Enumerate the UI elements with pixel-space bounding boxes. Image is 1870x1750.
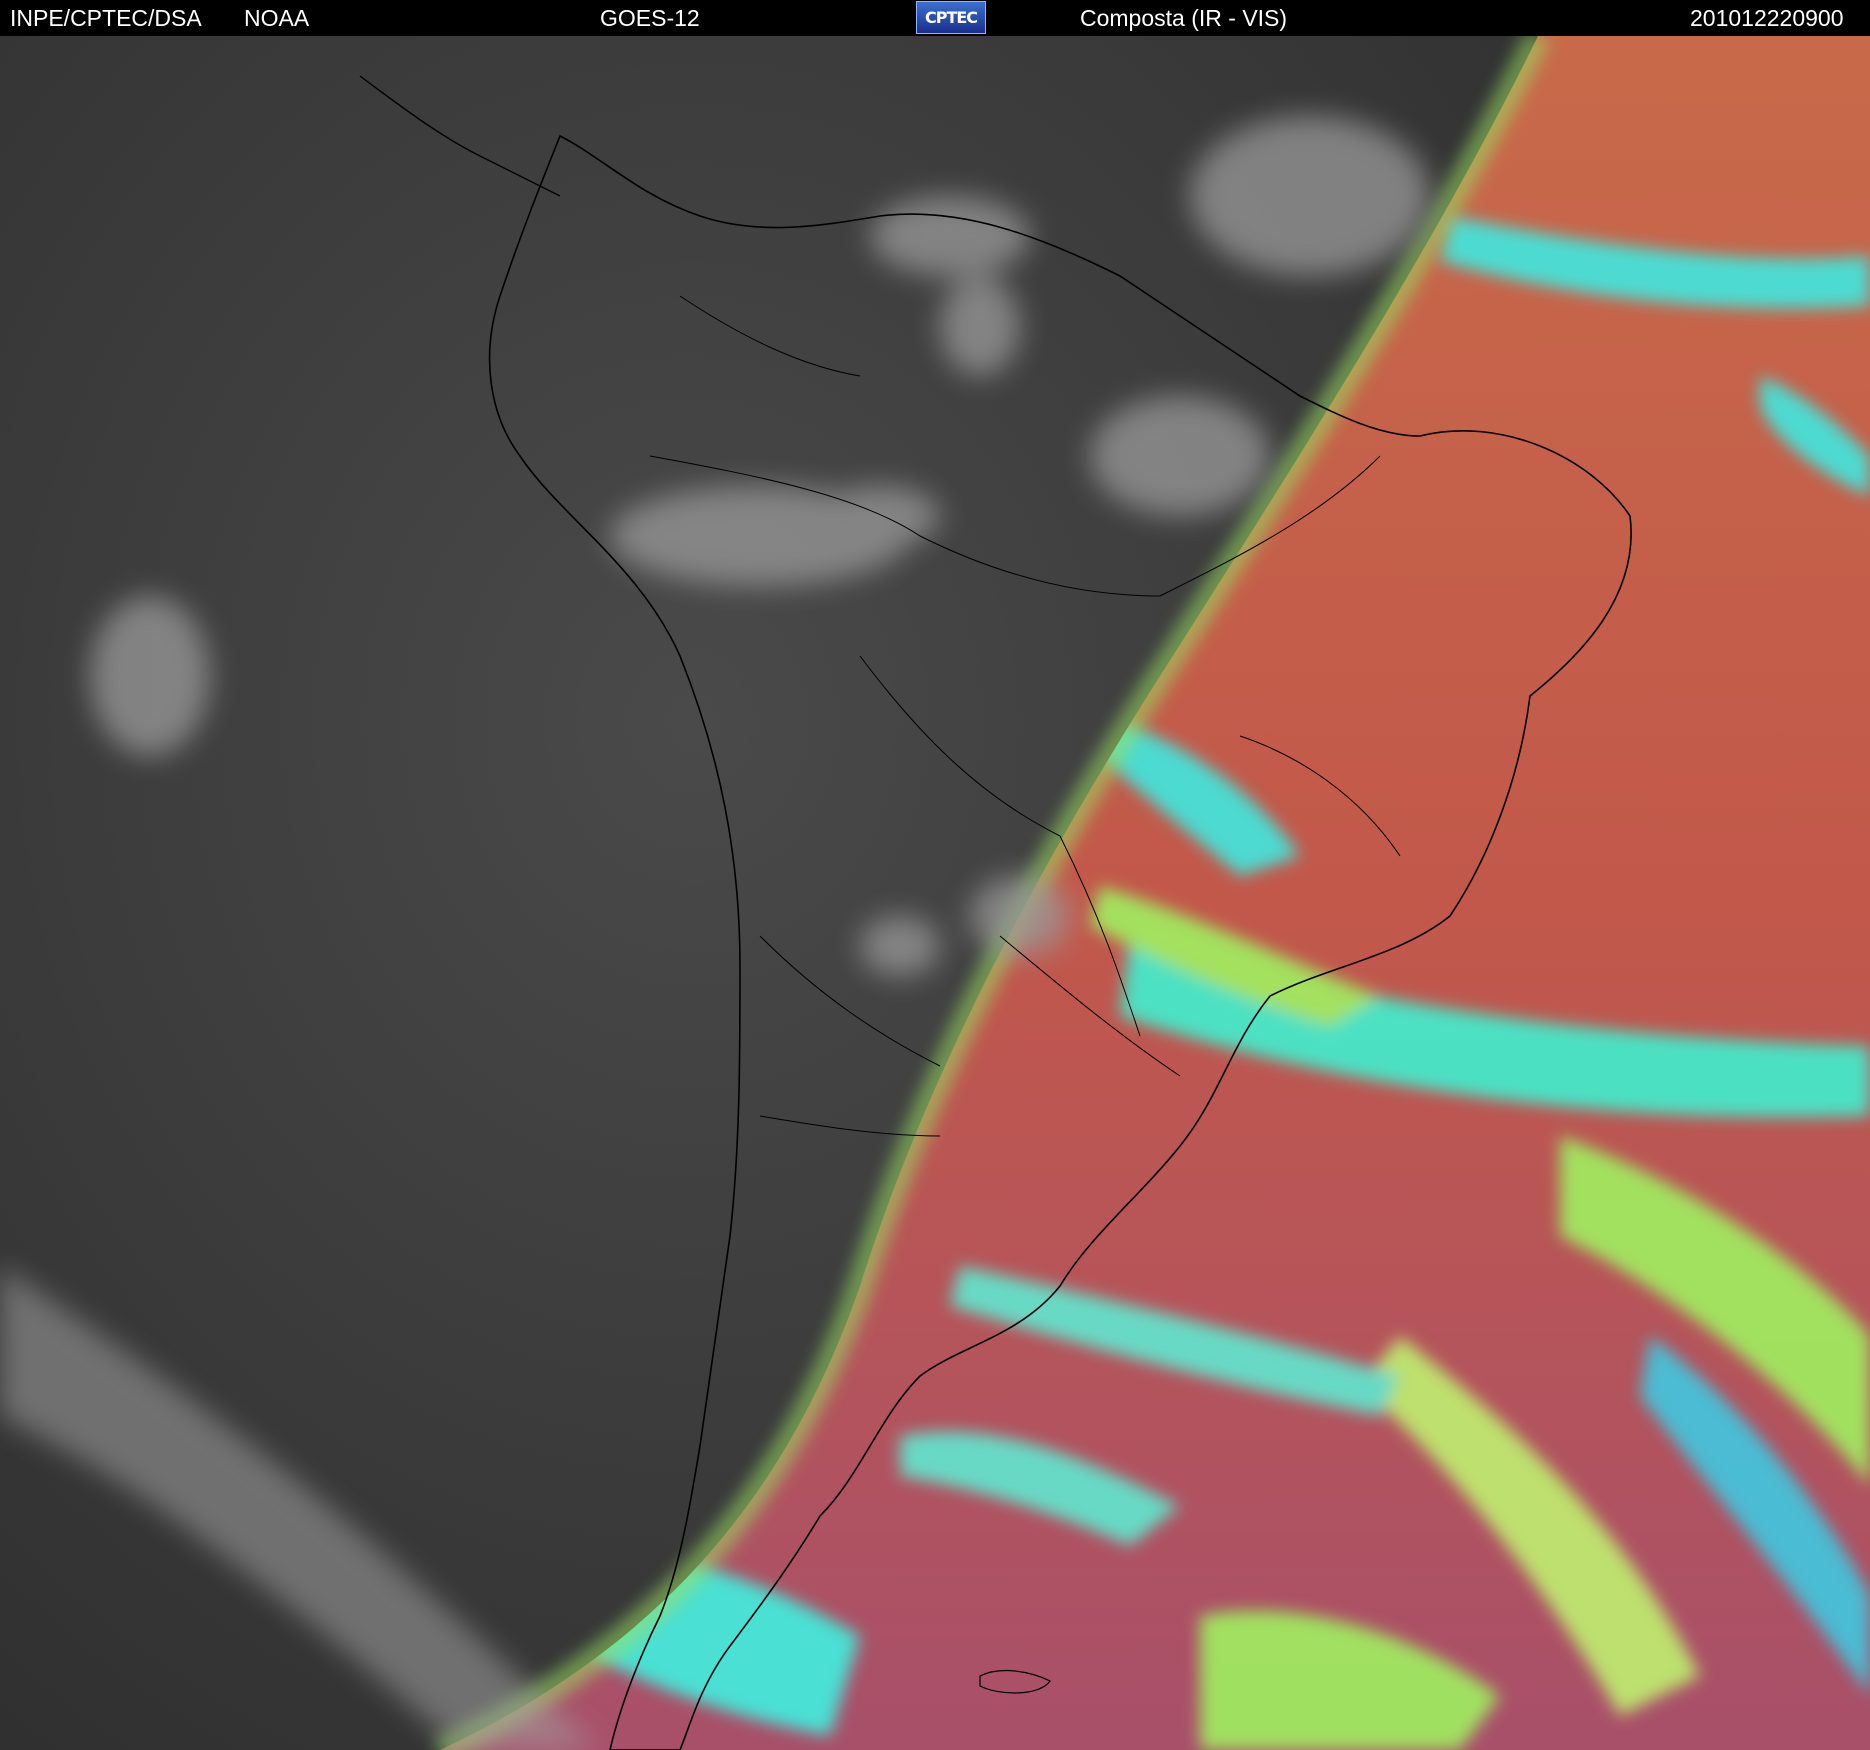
- institution-label: INPE/CPTEC/DSA: [10, 5, 202, 31]
- image-header: INPE/CPTEC/DSA NOAA GOES-12 CPTEC Compos…: [0, 0, 1870, 36]
- timestamp-label: 201012220900: [1690, 5, 1844, 31]
- cptec-logo: CPTEC: [916, 1, 986, 34]
- satellite-composite-map: [0, 36, 1870, 1750]
- product-label: Composta (IR - VIS): [1080, 5, 1288, 31]
- cptec-logo-text: CPTEC: [924, 8, 978, 27]
- agency-label: NOAA: [244, 5, 310, 31]
- satellite-label: GOES-12: [600, 5, 700, 31]
